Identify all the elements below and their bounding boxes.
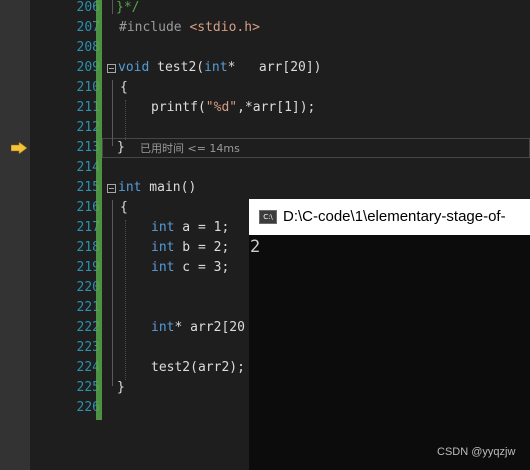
code-line-215[interactable]: int main() <box>118 178 196 198</box>
code-line-213[interactable]: } <box>117 138 125 158</box>
code-token: void <box>118 60 150 75</box>
code-token: * arr2[20 <box>174 320 245 335</box>
code-token: }*/ <box>116 0 140 15</box>
code-token: test2(arr2); <box>151 360 245 375</box>
console-title-bar[interactable]: C:\ D:\C-code\1\elementary-stage-of- <box>249 199 530 235</box>
indent-guide <box>125 100 126 140</box>
code-line-209[interactable]: void test2(int* arr[20]) <box>118 58 322 78</box>
collapse-toggle-icon[interactable] <box>107 64 116 73</box>
code-line-206[interactable]: }*/ <box>116 0 139 18</box>
line-number: 226 <box>76 400 100 415</box>
code-token: a = 1; <box>174 220 230 235</box>
code-token: main() <box>141 180 197 195</box>
line-number: 207 <box>76 20 100 35</box>
code-token: c = 3; <box>174 260 230 275</box>
line-number-gutter: 206 207 208 209 210 211 212 213 214 215 … <box>30 0 100 470</box>
code-token: { <box>120 80 128 95</box>
code-token: { <box>120 200 128 215</box>
collapse-toggle-icon[interactable] <box>107 184 116 193</box>
code-line-207[interactable]: #include <stdio.h> <box>119 18 260 38</box>
line-number: 214 <box>76 160 100 175</box>
line-number: 206 <box>76 0 100 15</box>
code-line-218[interactable]: int b = 2; <box>151 238 229 258</box>
code-token: int <box>118 180 142 195</box>
code-token: #include <box>119 20 182 35</box>
line-number: 210 <box>76 80 100 95</box>
line-number: 219 <box>76 260 100 275</box>
code-token: "%d" <box>205 100 238 115</box>
code-token: <stdio.h> <box>189 20 260 35</box>
code-token: int <box>151 260 175 275</box>
code-token: b = 2; <box>174 240 230 255</box>
code-line-225[interactable]: } <box>117 378 125 398</box>
fold-guide <box>112 80 113 146</box>
line-number: 218 <box>76 240 100 255</box>
line-number: 221 <box>76 300 100 315</box>
code-token: * arr[20]) <box>227 60 322 75</box>
execution-pointer-icon <box>11 142 27 154</box>
code-line-216[interactable]: { <box>120 198 128 218</box>
indent-guide <box>125 220 126 380</box>
code-line-211[interactable]: printf("%d",*arr[1]); <box>151 98 315 118</box>
code-token: ,*arr[1]); <box>237 100 316 115</box>
code-line-217[interactable]: int a = 1; <box>151 218 229 238</box>
console-title: D:\C-code\1\elementary-stage-of- <box>283 208 506 225</box>
line-number: 222 <box>76 320 100 335</box>
line-number: 213 <box>76 140 100 155</box>
fold-guide <box>112 0 113 14</box>
line-number: 215 <box>76 180 100 195</box>
code-token: printf( <box>151 100 206 115</box>
watermark: CSDN @yyqzjw <box>437 446 516 458</box>
code-line-219[interactable]: int c = 3; <box>151 258 229 278</box>
fold-guide <box>112 200 113 386</box>
code-line-222[interactable]: int* arr2[20 <box>151 318 245 338</box>
line-number: 224 <box>76 360 100 375</box>
code-token: test2( <box>149 60 205 75</box>
console-output: 2 <box>250 237 261 257</box>
line-number: 209 <box>76 60 100 75</box>
line-number: 217 <box>76 220 100 235</box>
line-number: 211 <box>76 100 100 115</box>
code-line-224[interactable]: test2(arr2); <box>151 358 245 378</box>
line-number: 225 <box>76 380 100 395</box>
code-line-210[interactable]: { <box>120 78 128 98</box>
code-token: } <box>117 140 125 155</box>
line-number: 223 <box>76 340 100 355</box>
perf-tip[interactable]: 已用时间 <= 14ms <box>140 139 240 159</box>
code-token: int <box>204 60 228 75</box>
line-number: 212 <box>76 120 100 135</box>
console-app-icon: C:\ <box>259 210 277 224</box>
code-token: } <box>117 380 125 395</box>
console-window[interactable]: C:\ D:\C-code\1\elementary-stage-of- 2 <box>249 199 530 470</box>
line-number: 216 <box>76 200 100 215</box>
line-number: 220 <box>76 280 100 295</box>
glyph-margin[interactable] <box>0 0 30 470</box>
code-token: int <box>151 320 175 335</box>
code-token: int <box>151 240 175 255</box>
code-token: int <box>151 220 175 235</box>
line-number: 208 <box>76 40 100 55</box>
